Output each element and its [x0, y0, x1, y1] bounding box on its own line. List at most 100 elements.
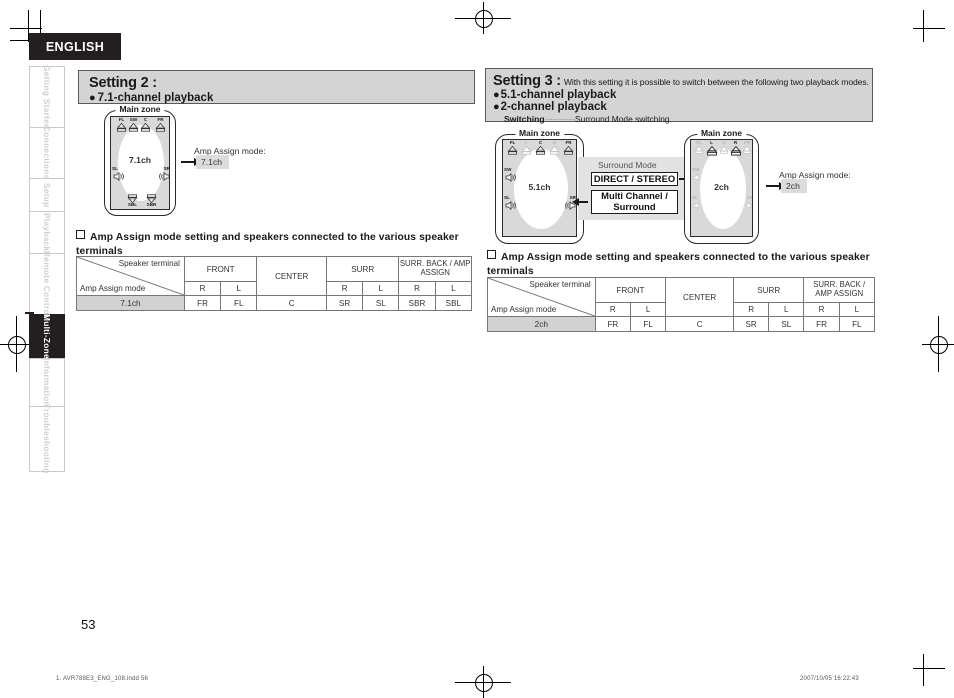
table-corner-top-label: Speaker terminal	[529, 280, 591, 289]
speaker-sl: SL	[692, 195, 705, 210]
table-corner-bottom-label: Amp Assign mode	[80, 284, 146, 293]
speaker-l: L	[520, 140, 533, 155]
sidebar-item-label: Playback	[42, 213, 52, 252]
table-cell: SBL	[434, 295, 473, 311]
sidebar-item-troubleshooting[interactable]: Troubleshooting	[29, 404, 65, 474]
channel-label: 5.1ch	[528, 182, 551, 192]
setting3-description: With this setting it is possible to swit…	[563, 77, 869, 87]
table-cell: FL	[838, 316, 876, 332]
crop-mark-bottom-right	[905, 650, 945, 690]
table-subheader: R	[803, 302, 840, 317]
table-corner-bottom-label: Amp Assign mode	[491, 305, 557, 314]
table-subheader: L	[629, 302, 667, 317]
setting3-main-zone-diagram-right: Main zone 2ch FL L C R FR SW SL SR	[684, 128, 759, 244]
speaker-fr: FR	[562, 140, 575, 155]
table-row: Speaker terminal Amp Assign mode FRONT C…	[487, 277, 875, 317]
speaker-sl: SL	[112, 166, 126, 181]
registration-mark-right	[922, 316, 954, 372]
zone-label: Main zone	[115, 104, 165, 114]
bullet-icon: ●	[493, 100, 500, 113]
footer-timestamp: 2007/10/05 16:22:43	[800, 676, 859, 682]
sidebar-item-label: Troubleshooting	[42, 404, 52, 474]
speaker-sr: SR	[156, 166, 169, 181]
table-corner-cell: Speaker terminal Amp Assign mode	[487, 277, 596, 317]
sidebar-item-setup[interactable]: Setup	[29, 178, 65, 212]
sidebar-item-getting-started[interactable]: Getting Started	[29, 64, 65, 130]
sidebar-item-connections[interactable]: Connections	[29, 126, 65, 180]
table-corner-top-label: Speaker terminal	[118, 259, 180, 268]
setting3-mode-label-2: 2-channel playback	[500, 101, 607, 113]
table-subheader: L	[434, 281, 473, 296]
table-cell: C	[665, 316, 735, 332]
table-cell: SL	[768, 316, 805, 332]
setting3-header: Setting 3 : With this setting it is poss…	[485, 68, 873, 124]
speaker-sbl: SBL	[125, 194, 140, 208]
sidebar-item-label: Multi-Zone	[42, 314, 52, 359]
setting2-table-heading: Amp Assign mode setting and speakers con…	[76, 230, 459, 257]
table-subheader: L	[768, 302, 805, 317]
bullet-icon: ●	[493, 88, 500, 101]
speaker-fr: FR	[154, 117, 167, 132]
setting3-table-heading: Amp Assign mode setting and speakers con…	[487, 250, 870, 277]
table-row: 7.1ch FR FL C SR SL SBR SBL	[76, 295, 473, 311]
table-subheader: R	[594, 302, 631, 317]
table-mode-cell: 2ch	[487, 316, 596, 332]
sidebar-item-label: Setup	[42, 182, 52, 208]
table-subheader: L	[220, 281, 258, 296]
leader-dots: ·················	[544, 114, 576, 124]
speaker-fl: FL	[506, 140, 519, 155]
crop-mark-top-right	[905, 10, 945, 50]
surround-box-direct-stereo[interactable]: DIRECT / STEREO	[591, 172, 678, 186]
speaker-c: C	[534, 140, 547, 155]
table-cell: FL	[629, 316, 667, 332]
setting3-speaker-table: Speaker terminal Amp Assign mode FRONT C…	[487, 277, 876, 332]
table-cell: FR	[803, 316, 840, 332]
zone-label: Main zone	[696, 128, 747, 138]
speaker-l: L	[705, 140, 718, 156]
setting2-title: Setting 2 :	[89, 75, 157, 91]
speaker-sl: SL	[504, 195, 518, 210]
language-tab: ENGLISH	[29, 33, 121, 60]
surround-box-line2: Surround	[613, 201, 656, 212]
table-cell: C	[256, 295, 328, 311]
active-chapter-marker	[25, 312, 34, 314]
bullet-icon: ●	[89, 91, 96, 104]
surround-mode-title: Surround Mode	[598, 160, 657, 170]
sidebar-item-information[interactable]: Information	[29, 358, 65, 407]
table-subheader: R	[326, 281, 364, 296]
table-group-center: CENTER	[665, 277, 735, 317]
table-cell: SL	[362, 295, 400, 311]
footer-file-label: 1. AVR788E3_ENG_108.indd 56	[56, 676, 149, 682]
setting3-switching-value: Surround Mode switching	[575, 114, 670, 124]
setting3-title: Setting 3 :	[493, 73, 561, 89]
sidebar-item-label: Connections	[42, 126, 52, 180]
speaker-fr: FR	[741, 140, 752, 154]
speaker-fl: FL	[693, 140, 705, 154]
table-cell: SR	[326, 295, 364, 311]
setting3-amp-value: 2ch	[781, 179, 807, 193]
page-number: 53	[81, 617, 96, 632]
table-cell: FL	[220, 295, 258, 311]
table-cell: FR	[183, 295, 222, 311]
sidebar-item-label: Getting Started	[42, 64, 52, 130]
table-cell: SBR	[398, 295, 436, 311]
table-group-front: FRONT	[183, 256, 258, 282]
sidebar-item-multi-zone[interactable]: Multi-Zone	[29, 314, 65, 359]
registration-mark-left	[0, 316, 32, 372]
channel-label: 2ch	[714, 182, 729, 192]
speaker-sbr: SBR	[144, 194, 159, 208]
speaker-sw: SW	[692, 167, 705, 182]
channel-label: 7.1ch	[129, 155, 151, 165]
table-corner-cell: Speaker terminal Amp Assign mode	[76, 256, 185, 296]
zone-label: Main zone	[514, 128, 565, 138]
setting3-mode-label-1: 5.1-channel playback	[500, 89, 617, 101]
speaker-sr: SR	[562, 195, 576, 210]
surround-box-multi-channel-surround[interactable]: Multi Channel / Surround	[591, 190, 678, 214]
sidebar-item-remote-control[interactable]: Remote Control	[29, 250, 65, 318]
setting2-speaker-table: Speaker terminal Amp Assign mode FRONT C…	[76, 256, 473, 311]
sidebar-item-label: Remote Control	[42, 250, 52, 318]
setting2-header: Setting 2 : ● 7.1-channel playback	[78, 70, 475, 104]
table-row: Speaker terminal Amp Assign mode FRONT C…	[76, 256, 472, 296]
table-cell: SR	[733, 316, 770, 332]
sidebar-item-playback[interactable]: Playback	[29, 211, 65, 254]
